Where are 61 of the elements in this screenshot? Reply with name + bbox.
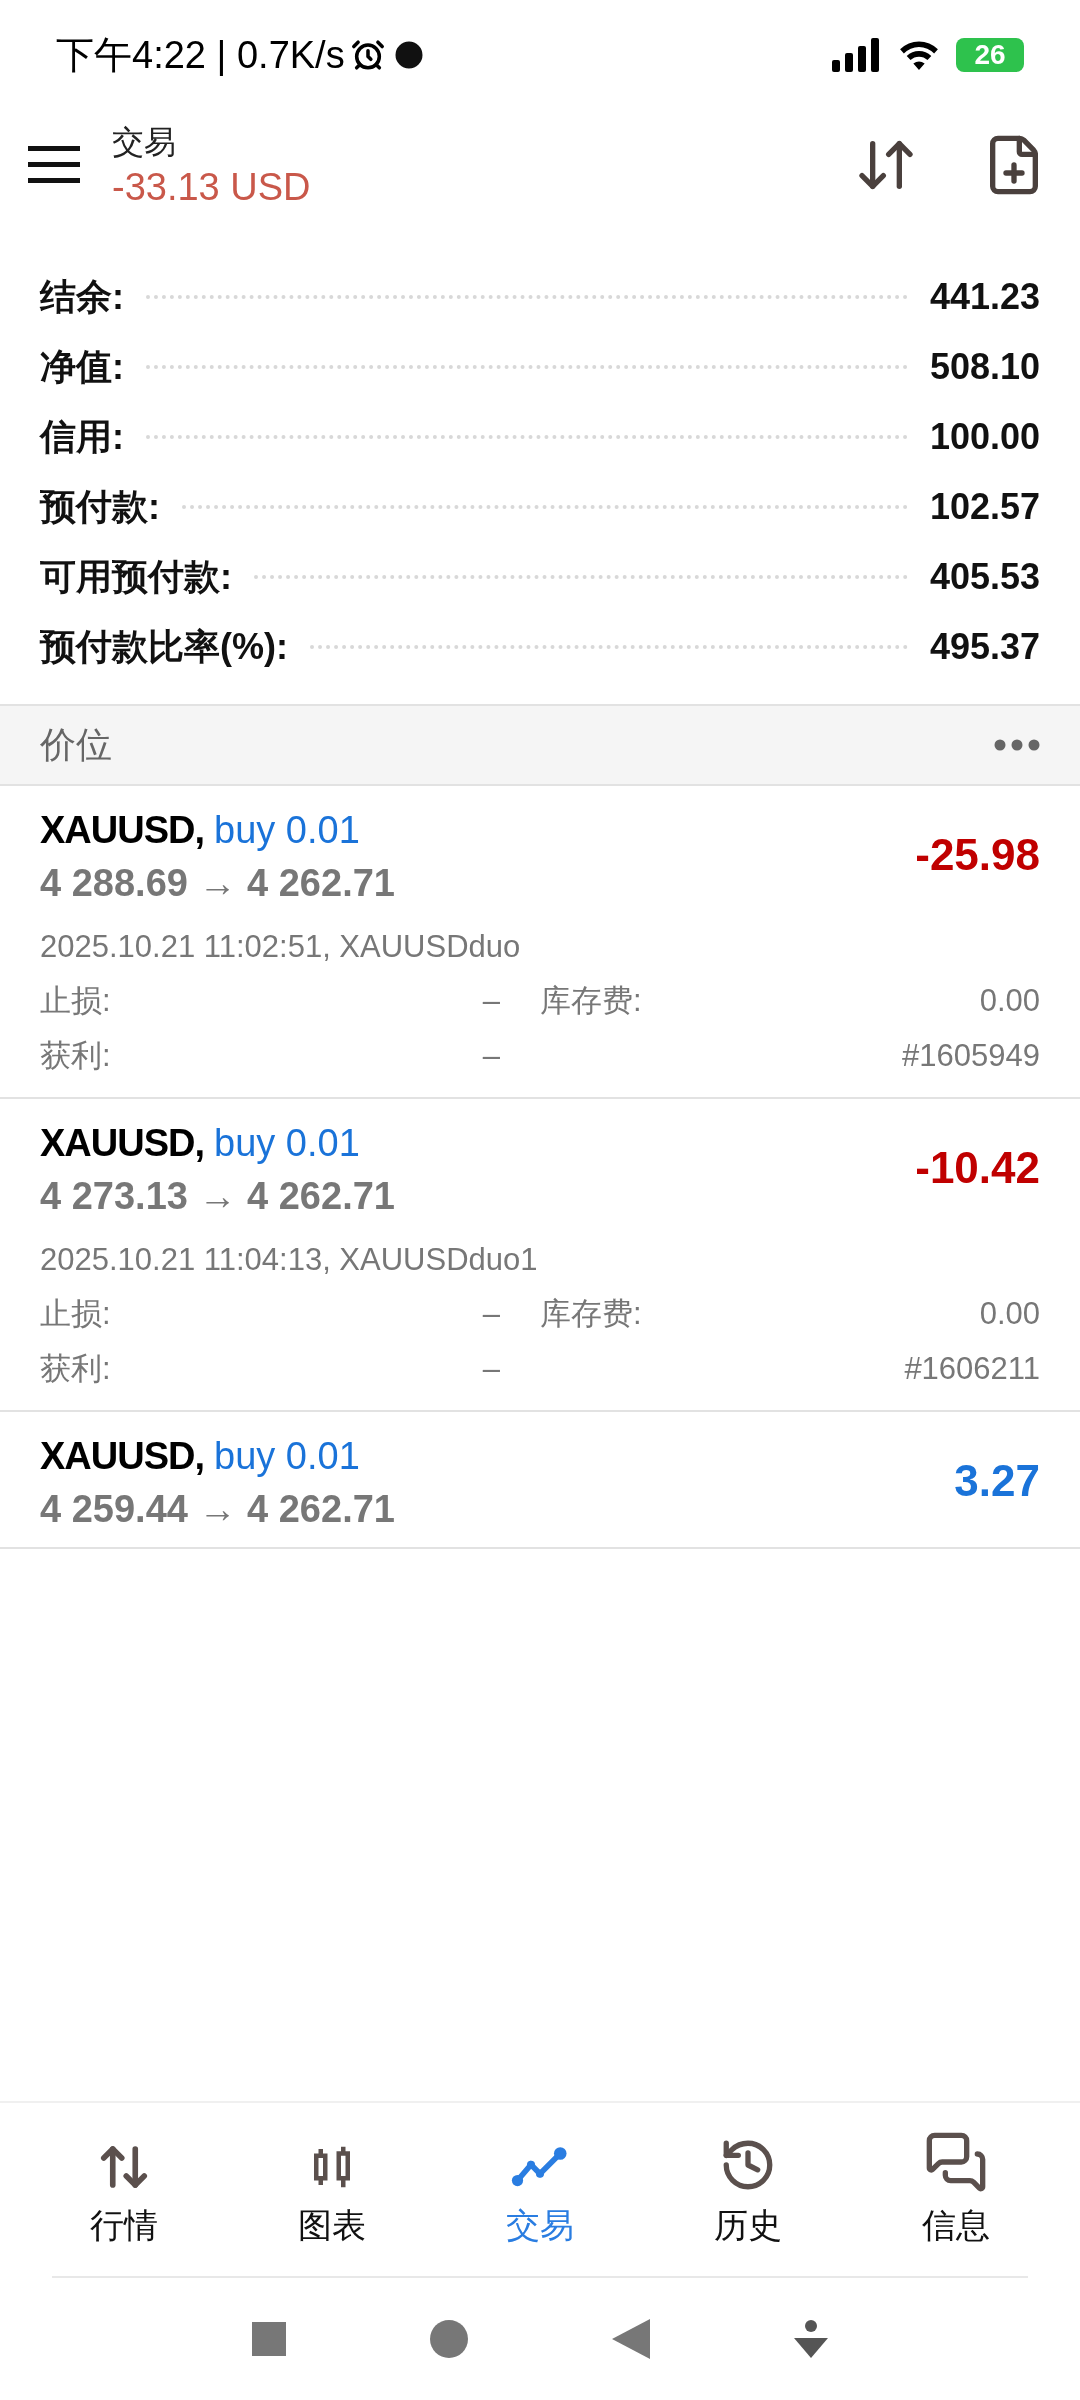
- price-range: 4 288.69 → 4 262.71: [40, 861, 396, 906]
- alarm-icon: [350, 38, 385, 72]
- menu-icon[interactable]: [28, 146, 80, 184]
- nav-tab[interactable]: 交易: [450, 2128, 630, 2251]
- screen-title: 交易: [112, 123, 177, 162]
- order-side: buy 0.01: [214, 1121, 360, 1166]
- order-side: buy 0.01: [214, 808, 360, 853]
- summary-value: 508.10: [929, 345, 1040, 389]
- symbol-label: XAUUSD,: [40, 808, 205, 853]
- summary-value: 102.57: [929, 485, 1040, 529]
- back-icon[interactable]: [612, 2319, 650, 2359]
- nav-tab[interactable]: 信息: [866, 2128, 1046, 2251]
- summary-value: 405.53: [929, 555, 1040, 599]
- summary-label: 预付款比率(%):: [40, 625, 288, 669]
- summary-label: 预付款:: [40, 485, 160, 529]
- home-icon[interactable]: [430, 2320, 468, 2358]
- summary-label: 净值:: [40, 345, 124, 389]
- summary-value: 441.23: [929, 275, 1040, 319]
- floating-profit: -33.13 USD: [112, 165, 311, 210]
- position-profit: -25.98: [915, 828, 1040, 881]
- open-time: 2025.10.21 11:02:51, XAUUSDduo: [40, 928, 522, 966]
- field-label: 库存费:: [540, 1295, 642, 1333]
- summary-label: 结余:: [40, 275, 124, 319]
- open-time: 2025.10.21 11:04:13, XAUUSDduo1: [40, 1241, 539, 1279]
- field-label: 获利:: [40, 1350, 111, 1388]
- price-range: 4 259.44 → 4 262.71: [40, 1487, 396, 1532]
- nav-tab[interactable]: 图表: [242, 2128, 422, 2251]
- field-value: –: [482, 1037, 500, 1075]
- symbol-label: XAUUSD,: [40, 1121, 205, 1166]
- position-profit: 3.27: [954, 1454, 1040, 1507]
- position-profit: -10.42: [915, 1141, 1040, 1194]
- status-time: 下午4:22 | 0.7K/s: [56, 32, 345, 78]
- ticket-number: #1606211: [904, 1350, 1040, 1388]
- field-value: –: [482, 982, 500, 1020]
- position-row[interactable]: XAUUSD, buy 0.01 4 288.69 → 4 262.71 -25.98 2025.10.21 11:02:51, XAUUSDduo 止损: – 库存费: 0.00 获利: – #1605949: [0, 786, 1080, 1099]
- ticket-number: #1605949: [902, 1037, 1040, 1075]
- position-row[interactable]: XAUUSD, buy 0.01 4 259.44 → 4 262.71 3.27: [0, 1412, 1080, 1549]
- symbol-label: XAUUSD,: [40, 1434, 205, 1479]
- field-label: 止损:: [40, 982, 111, 1020]
- field-label: 止损:: [40, 1295, 111, 1333]
- summary-value: 100.00: [929, 415, 1040, 459]
- keyboard-hide-icon[interactable]: [794, 2320, 828, 2358]
- field-label: 获利:: [40, 1037, 111, 1075]
- position-row[interactable]: XAUUSD, buy 0.01 4 273.13 → 4 262.71 -10.42 2025.10.21 11:04:13, XAUUSDduo1 止损: – 库存费: 0.00 获利: – #1606211: [0, 1099, 1080, 1412]
- field-value: 0.00: [979, 1295, 1040, 1333]
- nav-tab[interactable]: 行情: [34, 2128, 214, 2251]
- summary-label: 信用:: [40, 415, 124, 459]
- signal-icon: [832, 38, 882, 72]
- section-title: 价位: [40, 723, 112, 767]
- field-value: –: [482, 1350, 500, 1388]
- summary-value: 495.37: [929, 625, 1040, 669]
- price-range: 4 273.13 → 4 262.71: [40, 1174, 396, 1219]
- field-label: 库存费:: [540, 982, 642, 1020]
- battery-indicator: 26: [956, 38, 1024, 72]
- field-value: 0.00: [979, 982, 1040, 1020]
- more-icon[interactable]: [994, 739, 1040, 751]
- messages-icon: [924, 2130, 988, 2194]
- nav-tab[interactable]: 历史: [658, 2128, 838, 2251]
- summary-label: 可用预付款:: [40, 555, 232, 599]
- field-value: –: [482, 1295, 500, 1333]
- order-side: buy 0.01: [214, 1434, 360, 1479]
